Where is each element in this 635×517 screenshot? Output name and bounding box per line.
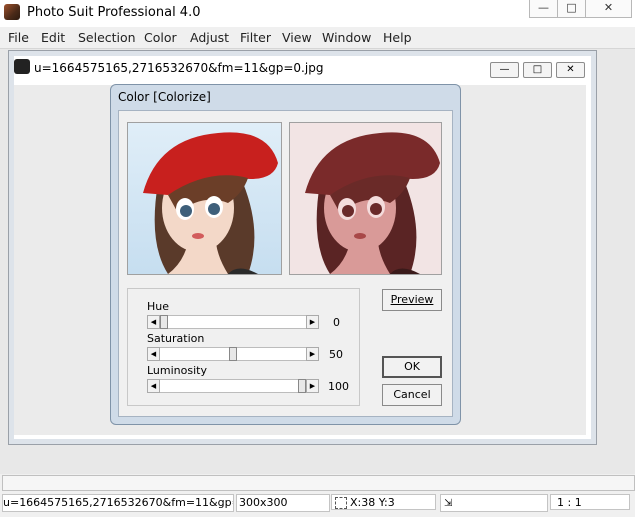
menu-help[interactable]: Help: [383, 30, 412, 45]
menu-edit[interactable]: Edit: [41, 30, 65, 45]
hue-left-arrow-icon[interactable]: ◀: [147, 315, 160, 329]
cancel-button[interactable]: Cancel: [382, 384, 442, 406]
hue-slider[interactable]: ◀ ▶: [147, 315, 319, 329]
status-image-size: 300x300: [236, 494, 330, 512]
preview-button-label: Preview: [390, 293, 434, 306]
crosshair-icon: [335, 497, 347, 509]
luminosity-slider[interactable]: ◀ ▶: [147, 379, 319, 393]
hue-right-arrow-icon[interactable]: ▶: [306, 315, 319, 329]
image-window-icon: [14, 59, 30, 74]
image-maximize-button[interactable]: □: [523, 62, 552, 78]
menu-window[interactable]: Window: [322, 30, 371, 45]
status-selection: ⇲: [440, 494, 548, 512]
menu-color[interactable]: Color: [144, 30, 177, 45]
luminosity-left-arrow-icon[interactable]: ◀: [147, 379, 160, 393]
image-window-title: u=1664575165,2716532670&fm=11&gp=0.jpg: [34, 61, 324, 75]
luminosity-label: Luminosity: [147, 364, 207, 377]
menu-adjust[interactable]: Adjust: [190, 30, 229, 45]
status-zoom: 1 : 1: [550, 494, 630, 510]
status-coordinates: X:38 Y:3: [331, 494, 436, 510]
saturation-right-arrow-icon[interactable]: ▶: [306, 347, 319, 361]
original-image: [127, 122, 282, 275]
saturation-label: Saturation: [147, 332, 205, 345]
menu-selection[interactable]: Selection: [78, 30, 136, 45]
menu-view[interactable]: View: [282, 30, 312, 45]
preview-button[interactable]: Preview: [382, 289, 442, 311]
luminosity-slider-thumb[interactable]: [298, 379, 306, 393]
status-coordinates-text: X:38 Y:3: [350, 496, 395, 509]
status-filename: u=1664575165,2716532670&fm=11&gp=0: [2, 494, 234, 512]
app-title: Photo Suit Professional 4.0: [27, 5, 201, 20]
saturation-slider[interactable]: ◀ ▶: [147, 347, 319, 361]
horizontal-scrollbar[interactable]: [2, 475, 635, 491]
luminosity-right-arrow-icon[interactable]: ▶: [306, 379, 319, 393]
ok-button[interactable]: OK: [382, 356, 442, 378]
image-close-button[interactable]: ✕: [556, 62, 585, 78]
hue-value: 0: [333, 316, 340, 329]
menu-file[interactable]: File: [8, 30, 29, 45]
menu-filter[interactable]: Filter: [240, 30, 271, 45]
maximize-button[interactable]: □: [557, 0, 586, 18]
minimize-button[interactable]: —: [529, 0, 558, 18]
close-button[interactable]: ✕: [585, 0, 632, 18]
saturation-slider-thumb[interactable]: [229, 347, 237, 361]
luminosity-value: 100: [328, 380, 349, 393]
menu-bar: File Edit Selection Color Adjust Filter …: [0, 28, 635, 49]
hue-label: Hue: [147, 300, 170, 313]
image-minimize-button[interactable]: —: [490, 62, 519, 78]
saturation-left-arrow-icon[interactable]: ◀: [147, 347, 160, 361]
preview-image: [289, 122, 442, 275]
app-logo-icon: [4, 4, 20, 20]
resize-arrows-icon: ⇲: [444, 498, 453, 509]
dialog-title: Color [Colorize]: [118, 90, 211, 104]
hue-slider-thumb[interactable]: [160, 315, 168, 329]
saturation-value: 50: [329, 348, 343, 361]
